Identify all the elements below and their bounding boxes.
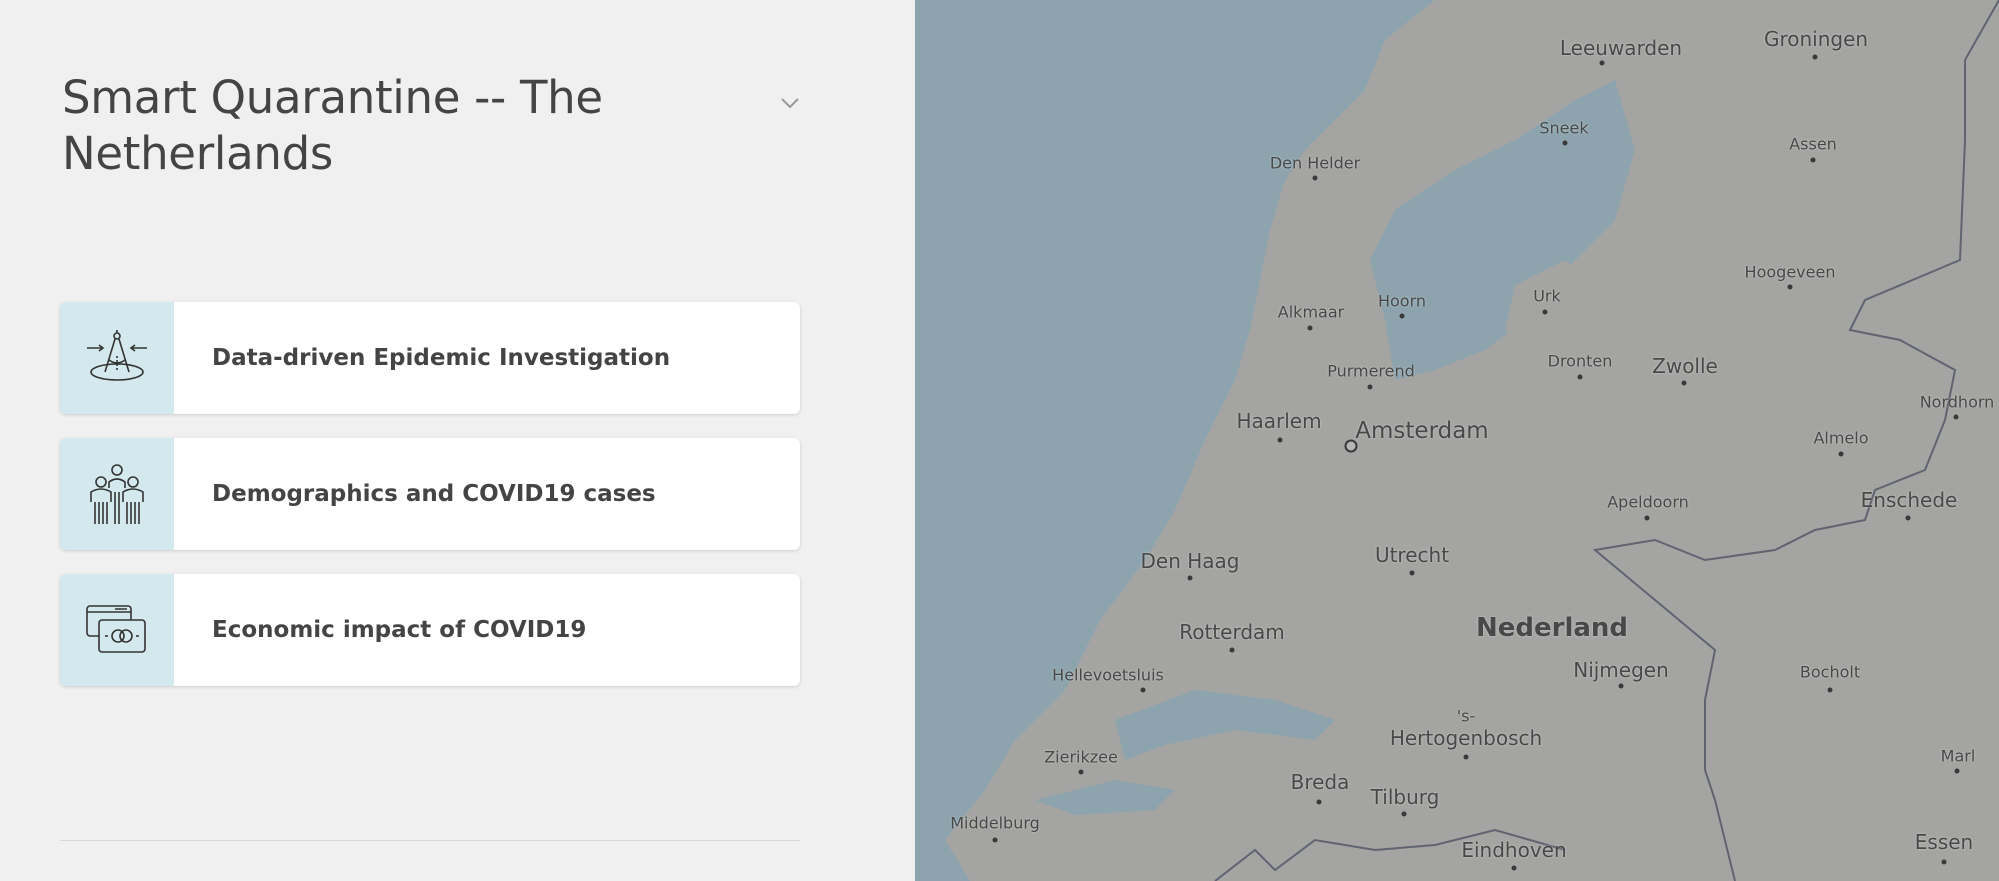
card-icon-container [60, 302, 174, 414]
city-label-hoogeveen: Hoogeveen [1744, 262, 1836, 282]
sidebar-panel: Smart Quarantine -- The Netherlands Data… [0, 0, 915, 881]
city-label-den-haag: Den Haag [1140, 549, 1240, 573]
city-dot [1277, 437, 1283, 443]
city-dot [1078, 769, 1084, 775]
city-label-essen: Essen [1914, 830, 1974, 854]
card-icon-container [60, 574, 174, 686]
card-demographics[interactable]: Demographics and COVID19 cases [60, 438, 800, 550]
city-label-tilburg: Tilburg [1370, 785, 1440, 809]
city-label-purmerend: Purmerend [1327, 361, 1415, 381]
city-label-groningen: Groningen [1763, 27, 1869, 51]
city-label-breda: Breda [1290, 770, 1350, 794]
city-dot [1229, 647, 1235, 653]
city-dot [1599, 60, 1605, 66]
city-label-amsterdam: Amsterdam [1355, 418, 1489, 444]
card-label: Data-driven Epidemic Investigation [212, 345, 671, 371]
city-label-hertogenbosch: Hertogenbosch [1389, 726, 1543, 750]
country-label: Nederland [1475, 613, 1629, 643]
city-dot [1618, 683, 1624, 689]
city-dot [992, 837, 998, 843]
city-label-s-prefix: 's- [1456, 706, 1476, 726]
city-dot [1954, 768, 1960, 774]
city-label-leeuwarden: Leeuwarden [1559, 36, 1683, 60]
city-dot [1941, 859, 1947, 865]
card-list: Data-driven Epidemic Investigation Demog… [60, 302, 800, 710]
card-epidemic-investigation[interactable]: Data-driven Epidemic Investigation [60, 302, 800, 414]
city-label-den-helder: Den Helder [1269, 153, 1361, 173]
city-label-nijmegen: Nijmegen [1573, 658, 1669, 682]
city-dot [1827, 687, 1833, 693]
city-dot [1542, 309, 1548, 315]
city-dot [1812, 54, 1818, 60]
city-dot [1401, 811, 1407, 817]
city-dot [1681, 380, 1687, 386]
city-dot [1316, 799, 1322, 805]
money-bills-icon [86, 605, 146, 653]
city-label-assen: Assen [1789, 134, 1837, 154]
city-dot [1787, 284, 1793, 290]
city-dot [1187, 575, 1193, 581]
map-view[interactable]: Leeuwarden Groningen Sneek Assen Den Hel… [915, 0, 1999, 881]
city-label-urk: Urk [1533, 286, 1561, 306]
city-label-apeldoorn: Apeldoorn [1607, 492, 1689, 512]
compass-investigation-icon [87, 330, 147, 381]
card-icon-container [60, 438, 174, 550]
city-label-alkmaar: Alkmaar [1277, 302, 1345, 322]
city-label-almelo: Almelo [1813, 428, 1869, 448]
city-label-bocholt: Bocholt [1799, 662, 1861, 682]
city-label-hellevoetsluis: Hellevoetsluis [1052, 665, 1164, 685]
city-label-enschede: Enschede [1860, 488, 1958, 512]
city-label-rotterdam: Rotterdam [1179, 620, 1285, 644]
city-label-nordhorn: Nordhorn [1919, 392, 1995, 412]
city-label-dronten: Dronten [1547, 351, 1613, 371]
chevron-down-icon [781, 98, 799, 109]
city-dot [1644, 515, 1650, 521]
divider [60, 840, 800, 841]
collapse-button[interactable] [775, 88, 805, 118]
people-demographics-icon [90, 464, 144, 524]
city-dot [1409, 570, 1415, 576]
city-dot [1953, 414, 1959, 420]
city-dot [1307, 325, 1313, 331]
city-dot [1810, 157, 1816, 163]
card-label: Demographics and COVID19 cases [212, 481, 656, 507]
city-dot [1511, 865, 1517, 871]
city-label-eindhoven: Eindhoven [1461, 838, 1567, 862]
city-dot [1562, 140, 1568, 146]
city-dot [1399, 313, 1405, 319]
city-label-marl: Marl [1940, 746, 1976, 766]
city-label-zierikzee: Zierikzee [1044, 747, 1118, 767]
city-dot [1838, 451, 1844, 457]
city-dot [1905, 515, 1911, 521]
city-dot [1577, 374, 1583, 380]
city-dot [1463, 754, 1469, 760]
city-label-utrecht: Utrecht [1374, 543, 1450, 567]
card-label: Economic impact of COVID19 [212, 617, 587, 643]
page-title: Smart Quarantine -- The Netherlands [62, 71, 603, 180]
city-label-sneek: Sneek [1539, 118, 1589, 138]
card-economic-impact[interactable]: Economic impact of COVID19 [60, 574, 800, 686]
city-label-middelburg: Middelburg [950, 813, 1040, 833]
city-dot [1367, 384, 1373, 390]
city-label-zwolle: Zwolle [1652, 354, 1718, 378]
city-label-hoorn: Hoorn [1377, 291, 1427, 311]
city-label-haarlem: Haarlem [1236, 409, 1322, 433]
city-dot [1140, 687, 1146, 693]
city-dot [1312, 175, 1318, 181]
